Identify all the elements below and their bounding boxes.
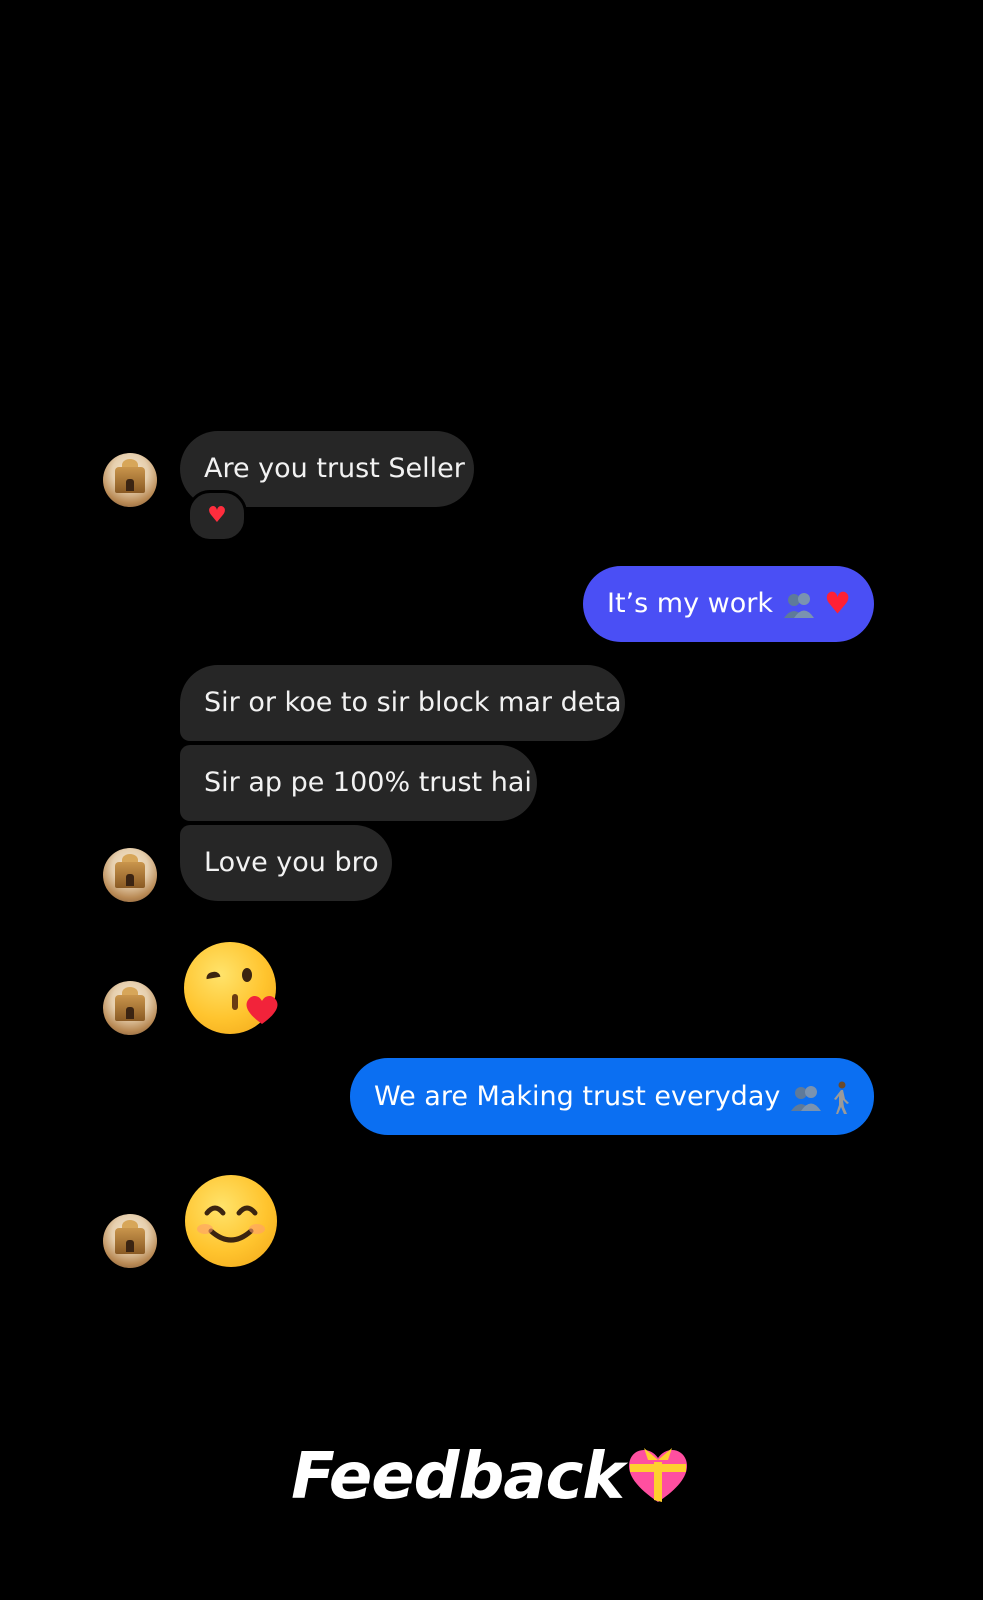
message-text: Love you bro [204, 847, 379, 878]
contact-avatar[interactable] [103, 453, 157, 507]
smile-features [197, 1205, 265, 1243]
incoming-message[interactable]: Love you bro [180, 825, 392, 901]
contact-avatar[interactable] [103, 1214, 157, 1268]
heart-icon: ♥ [207, 503, 227, 528]
incoming-message[interactable]: Sir ap pe 100% trust hai [180, 745, 537, 821]
incoming-message[interactable]: Sir or koe to sir block mar deta [180, 665, 625, 741]
heart-with-ribbon-icon [628, 1448, 687, 1502]
message-text: Sir or koe to sir block mar deta [204, 687, 622, 718]
busts-icon [783, 592, 814, 618]
message-text: It’s my work [607, 588, 773, 619]
outgoing-message[interactable]: It’s my work ♥ [583, 566, 874, 642]
contact-avatar[interactable] [103, 848, 157, 902]
heart-reaction-badge[interactable]: ♥ [187, 490, 247, 542]
feedback-label: Feedback [291, 1440, 625, 1514]
person-walking-icon [833, 1081, 849, 1114]
busts-icon [790, 1085, 821, 1111]
heart-icon: ♥ [824, 586, 852, 622]
smiling-face-icon[interactable] [185, 1175, 277, 1267]
face-blowing-kiss-icon[interactable] [184, 942, 278, 1034]
message-text: Are you trust Seller [204, 453, 465, 484]
outgoing-message[interactable]: We are Making trust everyday [350, 1058, 874, 1135]
message-text: Sir ap pe 100% trust hai [204, 767, 532, 798]
message-text: We are Making trust everyday [374, 1081, 781, 1112]
feedback-title: Feedback [0, 1440, 983, 1514]
contact-avatar[interactable] [103, 981, 157, 1035]
heart-icon [246, 995, 278, 1024]
